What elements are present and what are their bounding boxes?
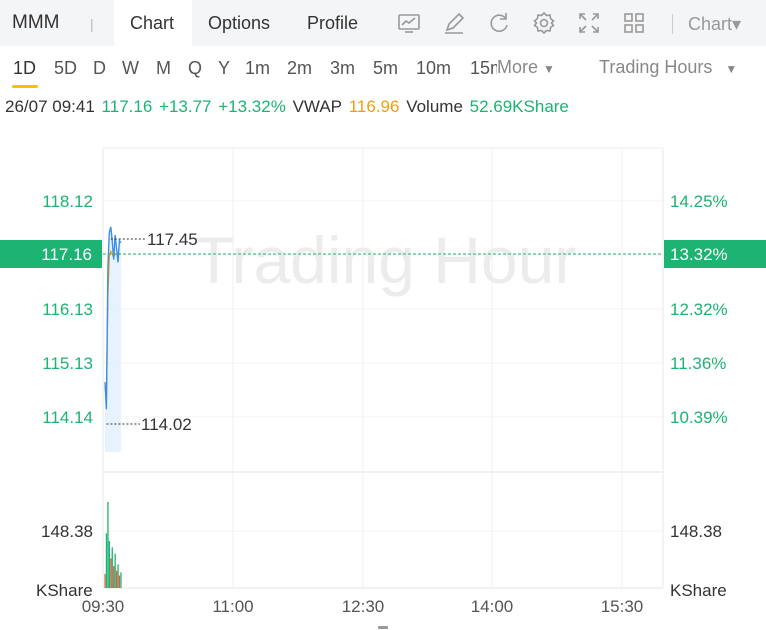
settings-gear-icon[interactable] <box>531 10 557 36</box>
period-1m[interactable]: 1m <box>245 58 270 79</box>
tab-profile[interactable]: Profile <box>307 13 358 34</box>
x-tick-label: 14:00 <box>471 597 514 616</box>
y-tick-left: 114.14 <box>42 408 93 427</box>
intraday-chart[interactable]: Trading Hour 117.45 114.02 117.16 13.32% 118… <box>0 128 766 630</box>
volume-bars <box>104 502 122 588</box>
chart-grid <box>102 147 664 589</box>
volume-unit-right: KShare <box>670 581 727 600</box>
volume-bar <box>116 570 118 588</box>
volume-bar <box>117 564 119 588</box>
x-tick-label: 15:30 <box>601 597 644 616</box>
vwap-value: 116.96 <box>348 97 400 116</box>
volume-label: Volume <box>406 97 463 116</box>
y-tick-right: 11.36% <box>670 354 726 373</box>
y-tick-left: 115.13 <box>42 354 93 373</box>
volume-bar <box>104 573 106 588</box>
chart-watermark: Trading Hour <box>194 223 577 297</box>
current-price-badge-label: 117.16 <box>41 245 92 264</box>
ticker-separator: | <box>90 16 94 32</box>
period-year[interactable]: Y <box>218 58 230 79</box>
refresh-icon[interactable] <box>486 10 512 36</box>
volume-bar <box>120 572 122 588</box>
quote-info-row: 26/07 09:41 117.16 +13.77 +13.32% VWAP 1… <box>5 97 571 117</box>
chart-type-dropdown[interactable]: Chart▾ <box>688 14 741 35</box>
x-tick-label: 11:00 <box>212 597 253 616</box>
period-2m[interactable]: 2m <box>287 58 312 79</box>
layout-grid-icon[interactable] <box>621 10 647 36</box>
period-3m[interactable]: 3m <box>330 58 355 79</box>
volume-bar <box>118 575 121 588</box>
trading-hours-label: Trading Hours <box>599 57 713 77</box>
period-10m[interactable]: 10m <box>416 58 451 79</box>
selected-period-indicator <box>12 85 38 88</box>
volume-bar <box>111 547 113 588</box>
tab-chart[interactable]: Chart <box>130 13 174 34</box>
quote-change-pct: +13.32% <box>218 97 286 116</box>
more-label: More <box>497 57 539 77</box>
high-marker-label: 117.45 <box>147 230 198 249</box>
volume-bar <box>107 502 109 588</box>
period-quarter[interactable]: Q <box>188 58 202 79</box>
tab-options[interactable]: Options <box>208 13 270 34</box>
y-tick-left: 118.12 <box>42 192 93 211</box>
y-tick-right: 10.39% <box>670 408 728 427</box>
period-day[interactable]: D <box>93 58 106 79</box>
period-5d[interactable]: 5D <box>54 58 77 79</box>
volume-bar <box>113 566 115 588</box>
chevron-down-icon: ▼ <box>725 62 738 76</box>
x-tick-label: 09:30 <box>82 597 125 616</box>
x-tick-label: 12:30 <box>342 597 385 616</box>
trading-hours-dropdown[interactable]: Trading Hours ▼ <box>599 57 737 78</box>
period-15m[interactable]: 15m <box>470 58 497 79</box>
low-marker-label: 114.02 <box>141 415 192 434</box>
more-periods-dropdown[interactable]: More ▼ <box>497 57 555 78</box>
period-week[interactable]: W <box>122 58 139 79</box>
fullscreen-icon[interactable] <box>576 10 602 36</box>
chevron-down-icon: ▼ <box>543 62 555 76</box>
period-selector: 1D 5D D W M Q Y 1m 2m 3m 5m 10m 15m More… <box>0 46 766 90</box>
period-1d[interactable]: 1D <box>13 58 36 79</box>
draw-pencil-icon[interactable] <box>441 10 467 36</box>
current-pct-badge-label: 13.32% <box>670 245 728 264</box>
scroll-handle <box>378 626 388 629</box>
vwap-label: VWAP <box>292 97 342 116</box>
volume-bar <box>108 541 110 588</box>
y-tick-right: 12.32% <box>670 300 728 319</box>
volume-bar <box>110 558 112 588</box>
quote-price: 117.16 <box>101 97 153 116</box>
quote-datetime: 26/07 09:41 <box>5 97 95 116</box>
volume-axis-right: 148.38 <box>670 522 722 541</box>
y-tick-left: 116.13 <box>42 300 93 319</box>
toolbar-divider <box>672 14 673 34</box>
volume-axis-left: 148.38 <box>41 522 93 541</box>
period-5m[interactable]: 5m <box>373 58 398 79</box>
top-bar: MMM | Chart Options Profile Chart▾ <box>0 0 766 46</box>
period-month[interactable]: M <box>156 58 171 79</box>
quote-change: +13.77 <box>159 97 212 116</box>
volume-value: 52.69KShare <box>469 97 569 116</box>
volume-bar <box>114 553 116 588</box>
indicator-chart-icon[interactable] <box>396 10 422 36</box>
volume-bar <box>105 533 108 588</box>
ticker-symbol: MMM <box>12 12 60 33</box>
y-tick-right: 14.25% <box>670 192 728 211</box>
